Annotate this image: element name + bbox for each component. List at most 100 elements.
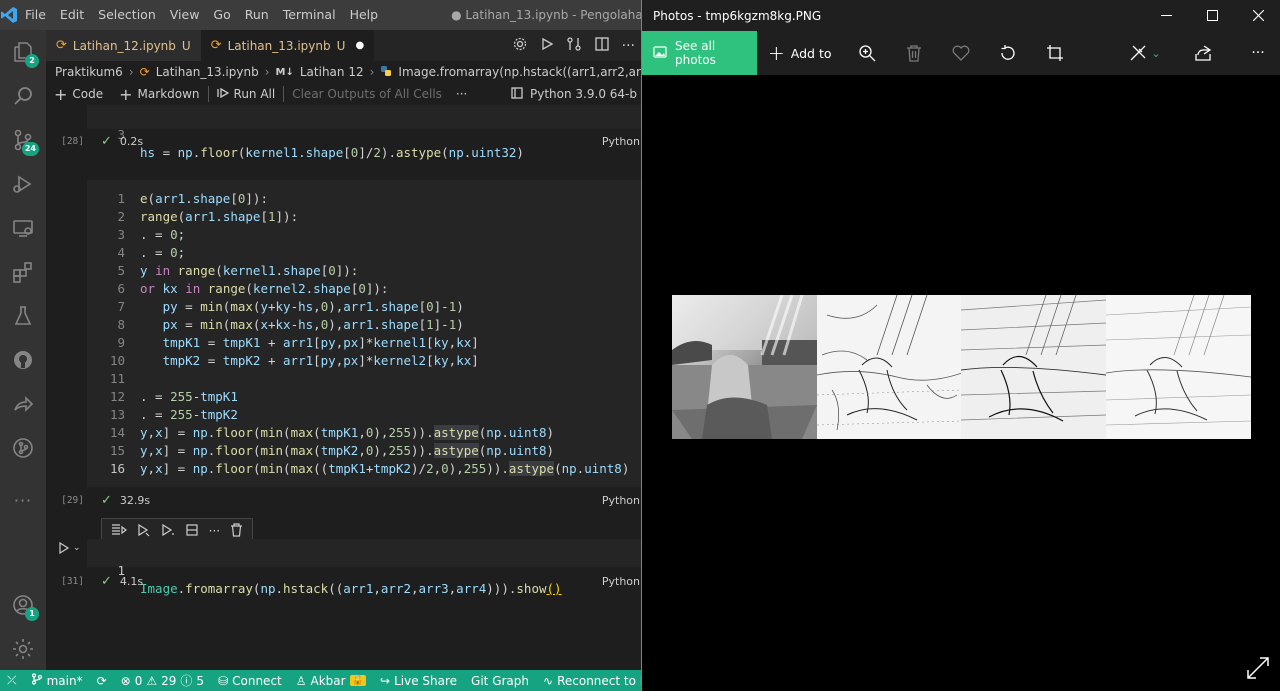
cell-language[interactable]: Python	[602, 135, 641, 148]
tab-latihan-13[interactable]: ⟳ Latihan_13.ipynb U ●	[200, 30, 375, 61]
source-control-icon[interactable]: 24	[0, 118, 46, 162]
problems-indicator[interactable]: ⊗ 0 ⚠ 29 ⓘ 5	[114, 672, 211, 689]
extensions-icon[interactable]	[0, 250, 46, 294]
menu-go[interactable]: Go	[206, 0, 237, 30]
code-line: 3 hs = np.floor(kernel1.shape[0]/2).asty…	[87, 108, 641, 160]
warning-icon: ⚠	[146, 673, 158, 688]
split-cell-icon[interactable]	[185, 523, 199, 540]
discord-button[interactable]: ∿ Reconnect to Discord	[536, 674, 641, 688]
code-text: . = 0;	[140, 227, 186, 242]
remote-indicator[interactable]: ⤫	[0, 673, 24, 688]
menu-run[interactable]: Run	[238, 0, 276, 30]
code-cell[interactable]: 3 hs = np.floor(kernel1.shape[0]/2).asty…	[87, 105, 641, 160]
code-line: 15 y,x] = np.floor(min(max(tmpK2,0),255))…	[87, 442, 641, 460]
unsaved-dot-icon[interactable]: ●	[355, 40, 364, 51]
sync-button[interactable]: ⟳	[90, 674, 114, 688]
menu-selection[interactable]: Selection	[91, 0, 163, 30]
run-debug-icon[interactable]	[0, 162, 46, 206]
close-button[interactable]	[1235, 0, 1280, 31]
add-to-button[interactable]: + Add to	[768, 31, 832, 75]
breadcrumb: Praktikum6 › ⟳ Latihan_13.ipynb › M↓ Lat…	[46, 61, 641, 83]
clear-outputs-button[interactable]: Clear Outputs of All Cells	[284, 87, 450, 101]
menu-terminal[interactable]: Terminal	[276, 0, 343, 30]
live-share-button[interactable]: ↪ Live Share	[373, 674, 464, 688]
menu-view[interactable]: View	[163, 0, 207, 30]
delete-icon[interactable]	[896, 31, 932, 75]
code-text: e(arr1.shape[0]):	[140, 191, 268, 206]
live-share-label: Live Share	[394, 673, 458, 688]
explorer-badge: 2	[25, 54, 39, 68]
settings-icon[interactable]	[512, 36, 528, 55]
rotate-icon[interactable]	[990, 31, 1026, 75]
notebook-file-icon: ⟳	[210, 38, 222, 53]
minimize-button[interactable]	[1143, 0, 1189, 31]
code-cell[interactable]: 1 Image.fromarray(np.hstack((arr1,arr2,a…	[87, 539, 641, 596]
run-cell-button[interactable]: ⌄	[58, 542, 81, 554]
share-icon[interactable]	[1185, 31, 1221, 75]
toolbar-more-icon[interactable]: ···	[450, 87, 473, 101]
untracked-indicator: U	[336, 38, 346, 53]
search-icon[interactable]	[0, 74, 46, 118]
crop-icon[interactable]	[1037, 31, 1073, 75]
more-icon[interactable]: ···	[0, 478, 46, 522]
code-cell[interactable]: 1 e(arr1.shape[0]): 2 range(arr1.shape[1])…	[87, 180, 641, 487]
run-above-icon[interactable]	[111, 523, 127, 540]
breadcrumb-folder[interactable]: Praktikum6	[55, 65, 123, 79]
cell-status: [29] ✓ 32.9s Python	[46, 489, 641, 511]
testing-icon[interactable]	[0, 294, 46, 338]
add-code-button[interactable]: + Code	[46, 85, 111, 104]
code-line: 16 y,x] = np.floor(min(max((tmpK1+tmpK2)/…	[87, 460, 641, 478]
breadcrumb-symbol[interactable]: Image.fromarray(np.hstack((arr1,arr2,arr…	[398, 65, 641, 79]
breadcrumb-section[interactable]: Latihan 12	[300, 65, 364, 79]
chevron-right-icon: ›	[369, 65, 375, 79]
python-icon	[380, 65, 392, 80]
code-line: 10 tmpK2 = tmpK2 + arr1[py,px]*kernel2[k…	[87, 352, 641, 370]
success-check-icon: ✓	[101, 133, 112, 149]
tab-latihan-12[interactable]: ⟳ Latihan_12.ipynb U	[46, 30, 201, 61]
line-number: 14	[109, 425, 125, 440]
more-cell-actions-icon[interactable]: ···	[209, 524, 220, 538]
more-actions-icon[interactable]: ···	[622, 38, 635, 54]
run-all-button[interactable]: Run All	[209, 87, 284, 102]
live-share-icon[interactable]	[0, 382, 46, 426]
maximize-button[interactable]	[1189, 0, 1235, 31]
settings-gear-icon[interactable]	[0, 627, 46, 671]
run-icon[interactable]	[540, 37, 554, 54]
cell-language[interactable]: Python	[602, 575, 641, 588]
explorer-icon[interactable]: 2	[0, 30, 46, 74]
git-graph-button[interactable]: Git Graph	[464, 674, 536, 688]
menu-edit[interactable]: Edit	[53, 0, 91, 30]
git-graph-icon[interactable]	[0, 426, 46, 470]
kernel-picker[interactable]: Python 3.9.0 64-b	[510, 86, 641, 103]
chevron-down-icon[interactable]: ⌄	[73, 543, 81, 553]
run-next-icon[interactable]	[161, 523, 175, 540]
see-all-photos-button[interactable]: See all photos	[642, 31, 757, 75]
breadcrumb-file[interactable]: Latihan_13.ipynb	[156, 65, 259, 79]
add-markdown-button[interactable]: + Markdown	[111, 85, 207, 104]
execution-time: 32.9s	[119, 493, 151, 507]
accounts-icon[interactable]: 1	[0, 583, 46, 627]
fullscreen-expand-icon[interactable]	[1246, 656, 1270, 680]
split-editor-icon[interactable]	[594, 36, 610, 55]
edit-create-icon[interactable]: ⌄	[1120, 31, 1170, 75]
connect-button[interactable]: ⛁ Connect	[211, 674, 289, 688]
menu-help[interactable]: Help	[343, 0, 386, 30]
run-below-icon[interactable]	[137, 523, 151, 540]
user-label: Akbar	[310, 673, 346, 688]
delete-cell-icon[interactable]	[230, 522, 243, 540]
favorite-heart-icon[interactable]	[943, 31, 979, 75]
cell-language[interactable]: Python	[602, 494, 641, 507]
photo-viewer-image[interactable]	[672, 294, 1251, 439]
compare-icon[interactable]	[566, 36, 582, 55]
user-indicator[interactable]: ♙ Akbar 🔒	[289, 674, 373, 688]
branch-indicator[interactable]: main*	[24, 673, 90, 688]
line-number: 12	[109, 389, 125, 404]
tab-label: Latihan_13.ipynb	[227, 38, 331, 53]
chevron-right-icon: ›	[128, 65, 134, 79]
connect-label: Connect	[232, 673, 282, 688]
zoom-icon[interactable]	[849, 31, 885, 75]
remote-explorer-icon[interactable]	[0, 206, 46, 250]
more-options-icon[interactable]: ···	[1240, 31, 1276, 75]
github-icon[interactable]	[0, 338, 46, 382]
menu-file[interactable]: File	[18, 0, 53, 30]
